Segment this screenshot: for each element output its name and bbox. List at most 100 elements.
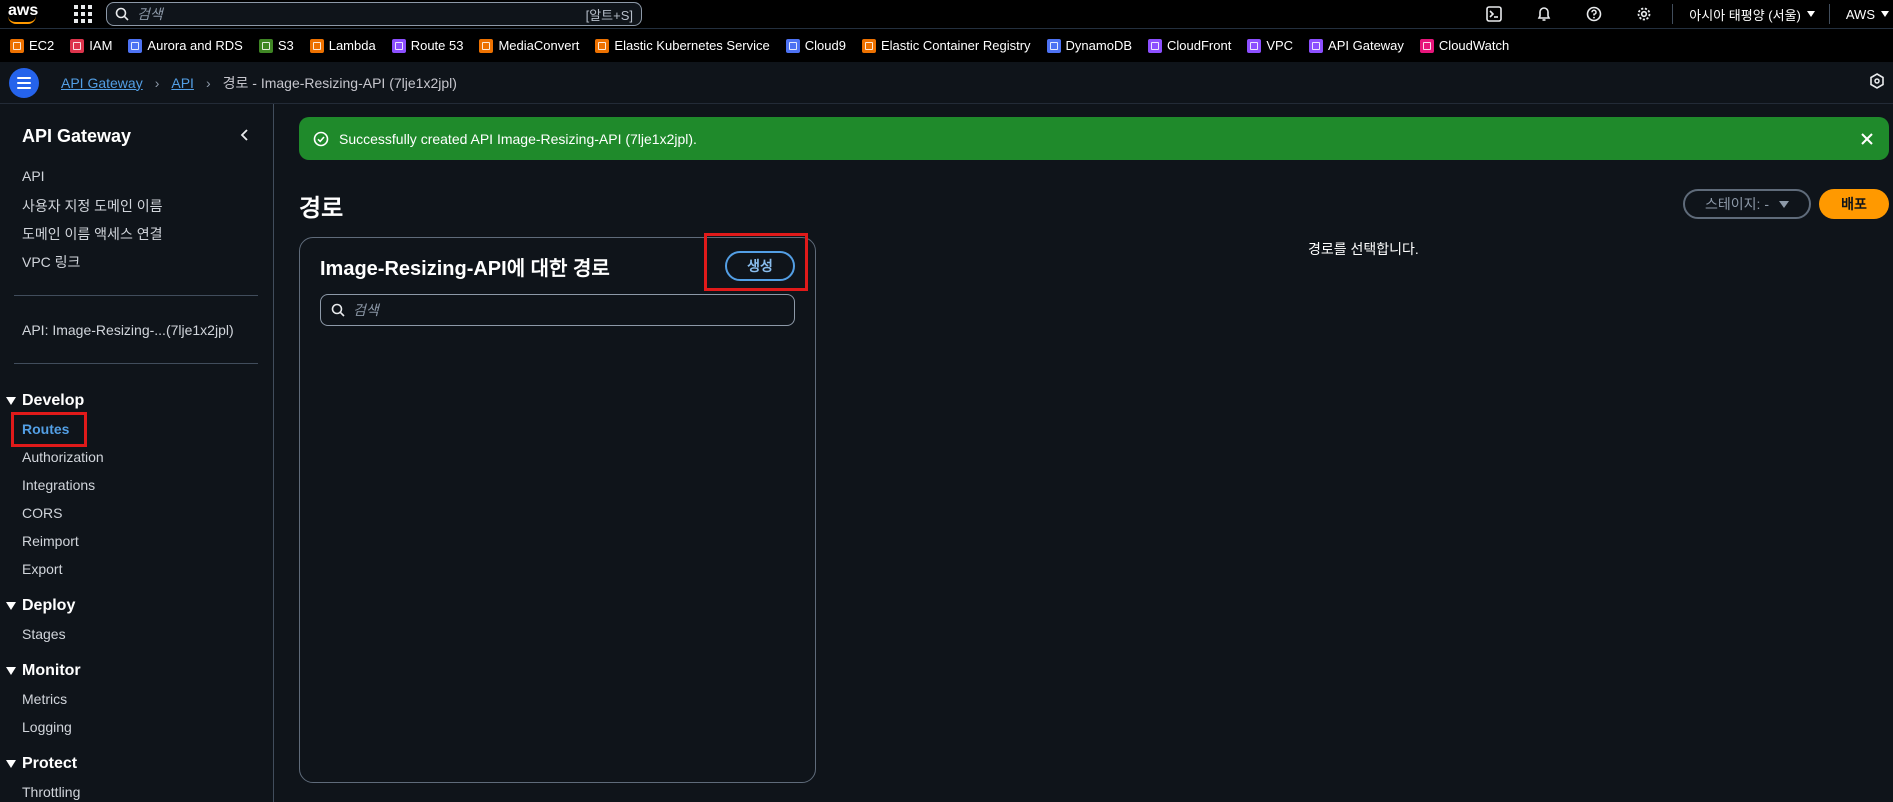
favorite-route-53[interactable]: Route 53 <box>391 38 463 53</box>
routes-panel: Image-Resizing-API에 대한 경로 생성 검색 <box>299 237 816 783</box>
favorite-vpc[interactable]: VPC <box>1247 38 1293 53</box>
close-icon[interactable] <box>1859 131 1875 147</box>
favorite-cloudwatch[interactable]: CloudWatch <box>1419 38 1509 53</box>
routes-search-input[interactable]: 검색 <box>320 294 795 326</box>
stage-selector[interactable]: 스테이지: - <box>1683 189 1811 219</box>
sidebar-item-reimport[interactable]: Reimport <box>22 533 79 549</box>
sidebar-item-authorization[interactable]: Authorization <box>22 449 104 465</box>
divider <box>1828 4 1830 24</box>
sidebar-item-logging[interactable]: Logging <box>22 719 72 735</box>
section-deploy[interactable]: Deploy <box>6 597 75 615</box>
favorite-label: API Gateway <box>1328 38 1404 53</box>
favorite-cloud9[interactable]: Cloud9 <box>785 38 846 53</box>
favorite-label: Elastic Kubernetes Service <box>614 38 770 53</box>
side-navigation: API Gateway API 사용자 지정 도메인 이름 도메인 이름 액세스… <box>0 104 274 802</box>
services-menu-icon[interactable] <box>74 5 92 23</box>
settings-hex-icon[interactable] <box>1869 73 1885 92</box>
sidebar-item-cors[interactable]: CORS <box>22 505 62 521</box>
service-icon <box>1309 38 1324 53</box>
caret-down-icon <box>6 602 16 610</box>
favorite-cloudfront[interactable]: CloudFront <box>1148 38 1231 53</box>
favorite-elastic-container-registry[interactable]: Elastic Container Registry <box>861 38 1031 53</box>
sidebar-item-vpc-links[interactable]: VPC 링크 <box>22 252 80 272</box>
account-menu[interactable]: AWS <box>1846 7 1889 22</box>
sidebar-item-domain-access[interactable]: 도메인 이름 액세스 연결 <box>22 224 162 244</box>
sidebar-item-api[interactable]: API <box>22 168 45 184</box>
section-monitor[interactable]: Monitor <box>6 662 81 680</box>
search-placeholder: 검색 <box>137 6 163 22</box>
favorite-s3[interactable]: S3 <box>258 38 294 53</box>
caret-down-icon <box>1806 11 1815 17</box>
region-selector[interactable]: 아시아 태평양 (서울) <box>1689 5 1815 24</box>
favorite-label: Elastic Container Registry <box>880 38 1031 53</box>
hamburger-menu-icon[interactable] <box>9 67 39 98</box>
cloudshell-icon[interactable] <box>1480 0 1508 28</box>
select-route-message: 경로를 선택합니다. <box>1308 241 1419 257</box>
service-icon <box>10 38 24 53</box>
favorite-dynamodb[interactable]: DynamoDB <box>1046 38 1132 53</box>
service-icon <box>1046 38 1061 53</box>
gear-icon[interactable] <box>1630 0 1658 28</box>
breadcrumb-api[interactable]: API <box>171 75 194 91</box>
favorite-label: IAM <box>89 38 113 53</box>
highlight-box-routes <box>11 412 87 447</box>
account-label: AWS <box>1845 6 1875 22</box>
sidebar-item-metrics[interactable]: Metrics <box>22 691 67 707</box>
success-flash: Successfully created API Image-Resizing-… <box>299 117 1889 160</box>
caret-down-icon <box>1778 200 1789 208</box>
service-icon <box>1148 38 1162 53</box>
favorite-label: DynamoDB <box>1065 38 1132 53</box>
section-develop[interactable]: Develop <box>6 392 84 410</box>
favorite-ec2[interactable]: EC2 <box>10 38 54 53</box>
service-icon <box>258 38 273 53</box>
breadcrumb: API Gateway › API › 경로 - Image-Resizing-… <box>61 73 457 93</box>
caret-down-icon <box>6 760 16 768</box>
deploy-button[interactable]: 배포 <box>1819 189 1889 219</box>
search-shortcut: [알트+S] <box>585 7 633 23</box>
section-label: Deploy <box>22 597 76 614</box>
sidebar-item-current-api[interactable]: API: Image-Resizing-...(7lje1x2jpl) <box>22 322 234 338</box>
section-protect[interactable]: Protect <box>6 755 77 773</box>
service-icon <box>595 38 610 53</box>
help-icon[interactable] <box>1580 0 1608 28</box>
sidebar-item-throttling[interactable]: Throttling <box>22 784 80 800</box>
highlight-box-create <box>704 233 808 291</box>
chevron-right-icon: › <box>154 74 160 91</box>
success-check-icon <box>313 131 329 146</box>
sidebar-title: API Gateway <box>22 126 132 146</box>
sidebar-item-stages[interactable]: Stages <box>22 626 66 642</box>
aws-smile-icon <box>8 16 36 24</box>
favorite-aurora-and-rds[interactable]: Aurora and RDS <box>128 38 243 53</box>
favorite-lambda[interactable]: Lambda <box>309 38 376 53</box>
search-icon <box>331 303 345 317</box>
collapse-sidebar-icon[interactable] <box>236 126 254 144</box>
favorite-iam[interactable]: IAM <box>70 38 112 53</box>
aws-logo[interactable]: aws <box>8 0 50 28</box>
flash-message: Successfully created API Image-Resizing-… <box>339 130 697 147</box>
favorite-label: Lambda <box>328 38 376 53</box>
bell-icon[interactable] <box>1530 0 1558 28</box>
favorite-label: VPC <box>1266 38 1294 53</box>
breadcrumb-current: 경로 - Image-Resizing-API (7lje1x2jpl) <box>222 74 457 91</box>
favorite-elastic-kubernetes-service[interactable]: Elastic Kubernetes Service <box>595 38 770 53</box>
caret-down-icon <box>6 397 16 405</box>
routes-search-placeholder: 검색 <box>353 302 379 318</box>
service-icon <box>128 38 143 53</box>
breadcrumb-bar: API Gateway › API › 경로 - Image-Resizing-… <box>0 62 1893 104</box>
top-navigation: aws 검색 [알트+S] 아시아 태평양 (서울) AWS <box>0 0 1893 28</box>
favorites-bar: EC2 IAM Aurora and RDS S3 Lambda Route 53 Medi… <box>0 28 1893 62</box>
sidebar-item-custom-domains[interactable]: 사용자 지정 도메인 이름 <box>22 196 162 216</box>
divider <box>1672 4 1674 24</box>
sidebar-item-export[interactable]: Export <box>22 561 62 577</box>
favorite-api-gateway[interactable]: API Gateway <box>1309 38 1404 53</box>
global-search-input[interactable]: 검색 [알트+S] <box>106 2 642 26</box>
topnav-actions: 아시아 태평양 (서울) AWS <box>1458 0 1893 28</box>
section-label: Monitor <box>22 662 81 679</box>
service-icon <box>785 38 800 53</box>
favorite-mediaconvert[interactable]: MediaConvert <box>479 38 579 53</box>
caret-down-icon <box>1881 11 1889 17</box>
service-icon <box>309 38 324 53</box>
breadcrumb-api-gateway[interactable]: API Gateway <box>61 75 143 91</box>
caret-down-icon <box>6 667 16 675</box>
sidebar-item-integrations[interactable]: Integrations <box>22 477 95 493</box>
